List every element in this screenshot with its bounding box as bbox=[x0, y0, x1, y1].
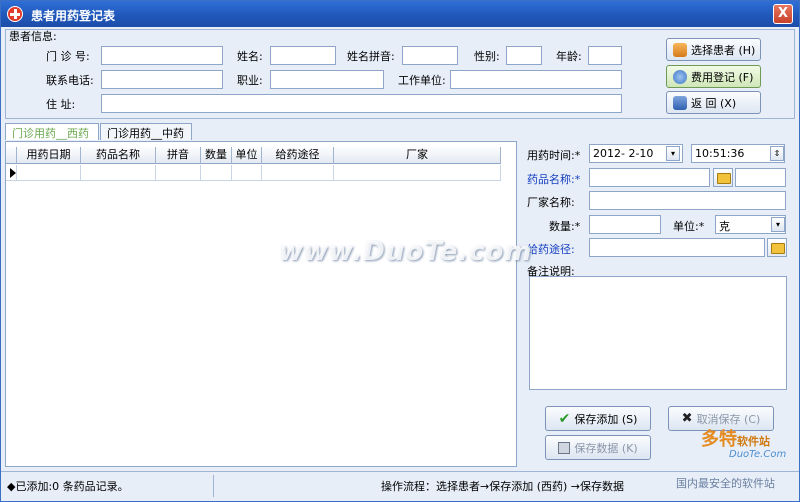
fee-register-button[interactable]: 费用登记 (F) bbox=[666, 65, 761, 88]
watermark-brand-small: 软件站 bbox=[737, 435, 770, 448]
main-window: 患者用药登记表 X 患者信息: 门 诊 号: 姓名: 姓名拼音: 性别: 年龄:… bbox=[0, 0, 800, 502]
qty-label: 数量:* bbox=[549, 220, 581, 233]
name-input[interactable] bbox=[270, 46, 336, 65]
clinic-no-label: 门 诊 号: bbox=[46, 50, 90, 63]
users-icon bbox=[673, 42, 687, 57]
route-input[interactable] bbox=[589, 238, 765, 257]
tab-chinese-medicine[interactable]: 门诊用药__中药 bbox=[100, 123, 192, 140]
col-header-unit[interactable]: 单位 bbox=[232, 147, 262, 164]
table-cell[interactable] bbox=[334, 165, 501, 181]
window-title: 患者用药登记表 bbox=[31, 9, 116, 23]
drug-name-label: 药品名称:* bbox=[527, 173, 581, 186]
col-header-maker[interactable]: 厂家 bbox=[334, 147, 501, 164]
select-patient-label: 选择患者 (H) bbox=[691, 43, 756, 57]
col-header-drug[interactable]: 药品名称 bbox=[81, 147, 156, 164]
address-input[interactable] bbox=[101, 94, 622, 113]
route-label: 给药途径: bbox=[527, 243, 575, 256]
address-label: 住 址: bbox=[46, 98, 76, 111]
pinyin-input[interactable] bbox=[402, 46, 458, 65]
back-label: 返 回 (X) bbox=[691, 96, 737, 110]
work-unit-input[interactable] bbox=[450, 70, 622, 89]
status-divider bbox=[213, 475, 214, 497]
watermark-brand-text: 多特 bbox=[701, 429, 737, 450]
row-indicator-cell bbox=[6, 165, 17, 181]
phone-input[interactable] bbox=[101, 70, 223, 89]
clinic-no-input[interactable] bbox=[101, 46, 223, 65]
table-cell[interactable] bbox=[262, 165, 334, 181]
drug-browse-folder-icon[interactable] bbox=[713, 168, 733, 187]
select-patient-button[interactable]: 选择患者 (H) bbox=[666, 38, 761, 61]
watermark-slogan: 国内最安全的软件站 bbox=[676, 477, 775, 490]
col-header-route[interactable]: 给药途径 bbox=[262, 147, 334, 164]
exit-door-icon bbox=[673, 95, 687, 110]
pinyin-label: 姓名拼音: bbox=[347, 50, 395, 63]
grid-header: 用药日期 药品名称 拼音 数量 单位 给药途径 厂家 bbox=[6, 147, 501, 164]
drug-name-input[interactable] bbox=[589, 168, 710, 187]
tab-western-medicine[interactable]: 门诊用药__西药 bbox=[5, 123, 99, 140]
watermark-duote: www.DuoTe.com bbox=[279, 237, 533, 267]
watermark-brand: 多特软件站 bbox=[701, 425, 770, 451]
fee-register-label: 费用登记 (F) bbox=[691, 70, 754, 84]
phone-label: 联系电话: bbox=[46, 74, 94, 87]
patient-section-label: 患者信息: bbox=[9, 30, 57, 43]
close-button[interactable]: X bbox=[773, 4, 793, 24]
save-add-label: 保存添加 (S) bbox=[574, 412, 638, 426]
medication-form: 用药时间:* 2012- 2-10 ▾ 10:51:36 ⇕ 药品名称:* 厂家… bbox=[521, 141, 793, 467]
medical-cross-icon bbox=[7, 6, 23, 22]
table-cell[interactable] bbox=[17, 165, 81, 181]
status-workflow-hint: 操作流程：选择患者→保存添加 (西药) →保存数据 bbox=[381, 480, 625, 493]
job-input[interactable] bbox=[270, 70, 384, 89]
save-add-button[interactable]: ✔ 保存添加 (S) bbox=[545, 406, 651, 431]
save-data-button[interactable]: 保存数据 (K) bbox=[545, 435, 651, 460]
drug-code-input[interactable] bbox=[735, 168, 786, 187]
unit-label: 单位:* bbox=[673, 220, 705, 233]
medication-grid[interactable]: 用药日期 药品名称 拼音 数量 单位 给药途径 厂家 bbox=[5, 141, 517, 467]
age-input[interactable] bbox=[588, 46, 622, 65]
row-pointer-icon bbox=[10, 168, 16, 178]
gender-label: 性别: bbox=[474, 50, 500, 63]
check-icon: ✔ bbox=[558, 410, 571, 427]
table-cell[interactable] bbox=[81, 165, 156, 181]
job-label: 职业: bbox=[237, 74, 263, 87]
time-label: 用药时间:* bbox=[527, 149, 581, 162]
note-textarea[interactable] bbox=[529, 276, 787, 390]
watermark-url: DuoTe.Com bbox=[729, 449, 787, 460]
coin-icon bbox=[673, 69, 687, 84]
route-browse-folder-icon[interactable] bbox=[767, 238, 787, 257]
maker-input[interactable] bbox=[589, 191, 786, 210]
qty-input[interactable] bbox=[589, 215, 661, 234]
unit-dropdown-icon[interactable]: ▾ bbox=[771, 217, 785, 232]
status-record-count: ◆已添加:0 条药品记录。 bbox=[7, 480, 129, 493]
cross-icon: ✖ bbox=[681, 411, 693, 426]
col-header-qty[interactable]: 数量 bbox=[201, 147, 232, 164]
titlebar: 患者用药登记表 X bbox=[1, 1, 799, 27]
table-cell[interactable] bbox=[201, 165, 232, 181]
table-cell[interactable] bbox=[232, 165, 262, 181]
name-label: 姓名: bbox=[237, 50, 263, 63]
time-spin-icon[interactable]: ⇕ bbox=[770, 146, 784, 161]
work-unit-label: 工作单位: bbox=[398, 74, 446, 87]
patient-info-panel: 患者信息: 门 诊 号: 姓名: 姓名拼音: 性别: 年龄: 联系电话: 职业:… bbox=[5, 29, 795, 119]
floppy-disk-icon bbox=[558, 441, 571, 454]
save-data-label: 保存数据 (K) bbox=[574, 441, 638, 455]
col-header-pinyin[interactable]: 拼音 bbox=[156, 147, 201, 164]
back-button[interactable]: 返 回 (X) bbox=[666, 91, 761, 114]
col-header-date[interactable]: 用药日期 bbox=[17, 147, 81, 164]
maker-label: 厂家名称: bbox=[527, 196, 575, 209]
grid-corner bbox=[6, 147, 17, 164]
age-label: 年龄: bbox=[556, 50, 582, 63]
gender-input[interactable] bbox=[506, 46, 542, 65]
table-cell[interactable] bbox=[156, 165, 201, 181]
date-dropdown-icon[interactable]: ▾ bbox=[666, 146, 680, 161]
table-row[interactable] bbox=[6, 165, 501, 181]
